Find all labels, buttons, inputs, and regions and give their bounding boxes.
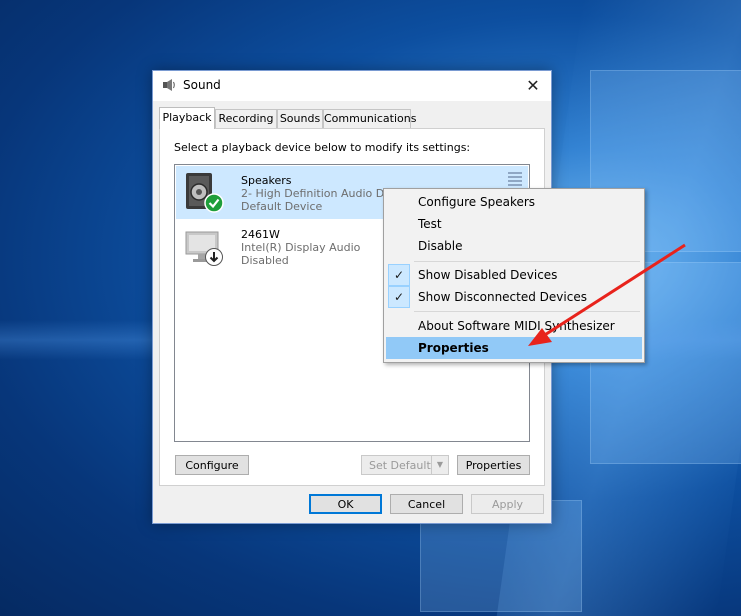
properties-button[interactable]: Properties bbox=[457, 455, 530, 475]
device-description: Intel(R) Display Audio bbox=[241, 241, 361, 254]
configure-button[interactable]: Configure bbox=[175, 455, 249, 475]
window-title: Sound bbox=[183, 78, 221, 92]
speaker-icon bbox=[163, 79, 175, 91]
tab-recording[interactable]: Recording bbox=[215, 109, 277, 128]
instruction-text: Select a playback device below to modify… bbox=[174, 141, 471, 154]
chevron-down-icon[interactable]: ▼ bbox=[431, 456, 448, 474]
apply-button[interactable]: Apply bbox=[471, 494, 544, 514]
cancel-button[interactable]: Cancel bbox=[390, 494, 463, 514]
monitor-device-icon bbox=[185, 231, 223, 266]
ok-button[interactable]: OK bbox=[309, 494, 382, 514]
red-annotation-arrow-icon bbox=[528, 243, 686, 346]
tab-playback[interactable]: Playback bbox=[159, 107, 215, 129]
device-status: Disabled bbox=[241, 254, 289, 267]
set-default-button[interactable]: Set Default ▼ bbox=[361, 455, 449, 475]
tab-communications[interactable]: Communications bbox=[323, 109, 416, 128]
tab-sounds[interactable]: Sounds bbox=[277, 109, 323, 128]
checkmark-icon: ✓ bbox=[388, 264, 410, 286]
green-check-icon bbox=[204, 193, 224, 213]
menu-item-configure-speakers[interactable]: Configure Speakers bbox=[386, 191, 642, 213]
menu-item-test[interactable]: Test bbox=[386, 213, 642, 235]
close-icon: ✕ bbox=[526, 76, 540, 95]
device-name: 2461W bbox=[241, 228, 280, 241]
set-default-label: Set Default bbox=[369, 459, 431, 472]
device-description: 2- High Definition Audio De bbox=[241, 187, 392, 200]
checkmark-icon: ✓ bbox=[388, 286, 410, 308]
title-bar: Sound ✕ bbox=[153, 71, 551, 101]
device-name: Speakers bbox=[241, 174, 292, 187]
device-status: Default Device bbox=[241, 200, 323, 213]
speaker-device-icon bbox=[186, 173, 224, 213]
close-button[interactable]: ✕ bbox=[515, 71, 551, 101]
